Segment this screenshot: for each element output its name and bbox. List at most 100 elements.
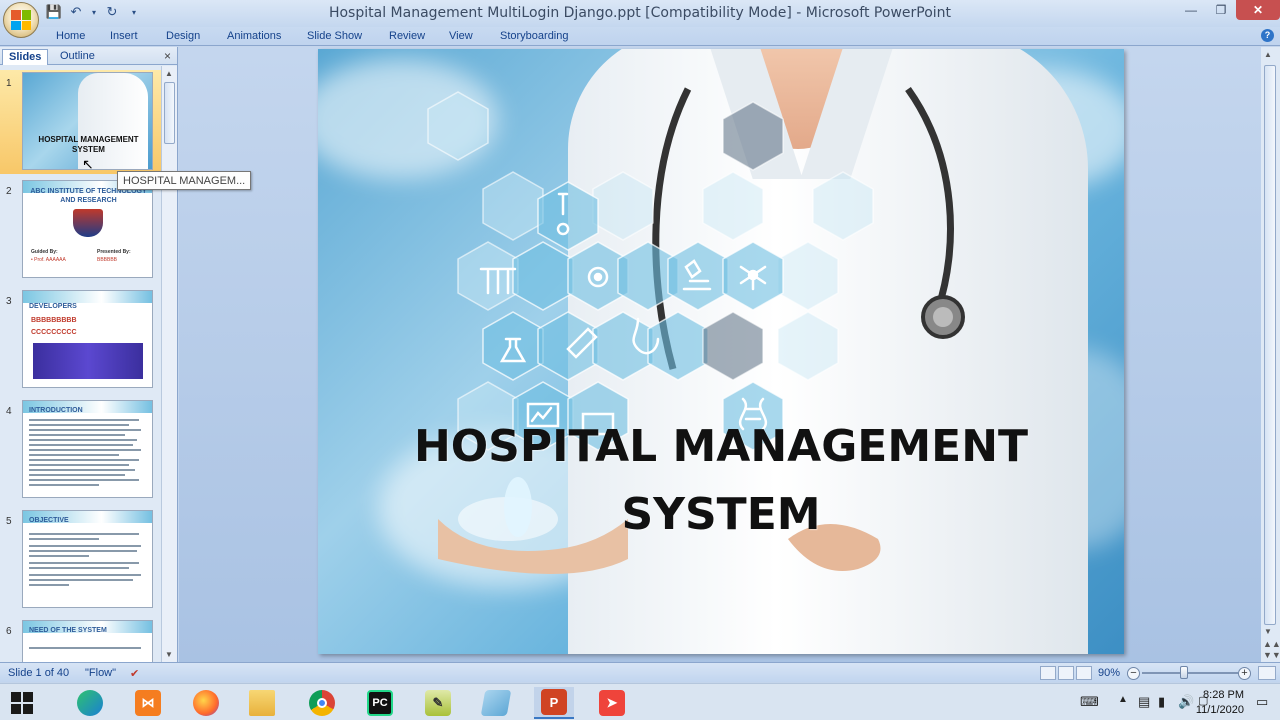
slide-editing-area: HOSPITAL MANAGEMENT SYSTEM bbox=[179, 47, 1261, 662]
developer-item: BBBBBBBBB bbox=[31, 317, 77, 324]
title-bar: 💾 ↶ ▾ ↻ ▾ Hospital Management MultiLogin… bbox=[0, 0, 1280, 38]
current-slide[interactable]: HOSPITAL MANAGEMENT SYSTEM bbox=[318, 49, 1124, 654]
tab-animations[interactable]: Animations bbox=[227, 30, 281, 42]
volume-icon[interactable]: 🔊 bbox=[1178, 694, 1194, 710]
guided-label: Guided By: bbox=[31, 249, 58, 255]
slide-thumbnail-4[interactable]: 4 INTRODUCTION bbox=[0, 398, 162, 502]
slide-number: 1 bbox=[6, 78, 12, 89]
slide-number: 3 bbox=[6, 296, 12, 307]
scroll-thumb[interactable] bbox=[1264, 65, 1276, 625]
slide-title-line-1[interactable]: HOSPITAL MANAGEMENT bbox=[318, 421, 1124, 472]
help-icon[interactable]: ? bbox=[1261, 29, 1274, 42]
thumbnail-title: OBJECTIVE bbox=[29, 517, 69, 524]
thumbnail-list: 1 HOSPITAL MANAGEMENT SYSTEM 2 ABC INSTI… bbox=[0, 66, 162, 662]
scroll-thumb[interactable] bbox=[164, 82, 175, 144]
office-button[interactable] bbox=[3, 2, 39, 38]
tab-insert[interactable]: Insert bbox=[110, 30, 138, 42]
zoom-level[interactable]: 90% bbox=[1098, 667, 1120, 679]
slide-thumbnail-5[interactable]: 5 OBJECTIVE bbox=[0, 508, 162, 612]
thumbnail-title: NEED OF THE SYSTEM bbox=[29, 627, 107, 634]
powerpoint-taskbar-icon[interactable]: P bbox=[534, 687, 574, 719]
scroll-up-icon[interactable]: ▲ bbox=[1264, 50, 1272, 59]
file-explorer-icon[interactable] bbox=[242, 687, 282, 719]
clock-date: 11/1/2020 bbox=[1195, 704, 1244, 716]
slides-pane: Slides Outline × 1 HOSPITAL MANAGEMENT S… bbox=[0, 47, 178, 662]
keyboard-icon[interactable]: ⌨ bbox=[1080, 694, 1099, 710]
restore-icon[interactable]: ❐ bbox=[1206, 0, 1236, 20]
status-bar: Slide 1 of 40 "Flow" ✔ 90% − + bbox=[0, 662, 1280, 682]
notepad-plus-icon[interactable]: ✎ bbox=[418, 687, 458, 719]
main-scrollbar[interactable]: ▲ ▼ ▲▲ ▼▼ bbox=[1261, 47, 1280, 662]
show-hidden-icons-icon[interactable]: ▲ bbox=[1118, 694, 1128, 705]
scroll-down-icon[interactable]: ▼ bbox=[165, 650, 173, 659]
slide-thumbnail-1[interactable]: 1 HOSPITAL MANAGEMENT SYSTEM bbox=[0, 70, 162, 174]
chrome-icon[interactable] bbox=[302, 687, 342, 719]
tab-home[interactable]: Home bbox=[56, 30, 85, 42]
tab-view[interactable]: View bbox=[449, 30, 473, 42]
pycharm-icon[interactable]: PC bbox=[360, 687, 400, 719]
ribbon-tabs: Home Insert Design Animations Slide Show… bbox=[0, 27, 1280, 46]
close-icon[interactable]: ✕ bbox=[1236, 0, 1280, 20]
theme-name: "Flow" bbox=[85, 667, 117, 679]
zoom-in-icon[interactable]: + bbox=[1238, 667, 1251, 680]
slide-thumbnail-2[interactable]: 2 ABC INSTITUTE OF TECHNOLOGY AND RESEAR… bbox=[0, 178, 162, 282]
network-icon[interactable]: ▤ bbox=[1138, 694, 1150, 710]
scroll-up-icon[interactable]: ▲ bbox=[165, 69, 173, 78]
anydesk-icon[interactable]: ➤ bbox=[592, 687, 632, 719]
normal-view-icon[interactable] bbox=[1040, 666, 1056, 680]
windows-taskbar: ⋈ PC ✎ P ➤ ⌨ ▲ ▤ ▮ 🔊 ▢ 8:28 PM 11/1/2020… bbox=[0, 683, 1280, 720]
next-slide-icon[interactable]: ▼▼ bbox=[1263, 650, 1280, 660]
system-clock[interactable]: 8:28 PM 11/1/2020 bbox=[1196, 688, 1244, 718]
laptop-image bbox=[33, 343, 143, 379]
slide-sorter-view-icon[interactable] bbox=[1058, 666, 1074, 680]
thumbnail-preview: OBJECTIVE bbox=[22, 510, 153, 608]
slide-thumbnail-3[interactable]: 3 DEVELOPERS BBBBBBBBB CCCCCCCCC bbox=[0, 288, 162, 392]
firefox-icon[interactable] bbox=[186, 687, 226, 719]
slide-indicator: Slide 1 of 40 bbox=[8, 667, 70, 679]
previous-slide-icon[interactable]: ▲▲ bbox=[1263, 639, 1280, 649]
tab-outline[interactable]: Outline bbox=[54, 49, 101, 65]
tab-slide-show[interactable]: Slide Show bbox=[307, 30, 362, 42]
thumbnail-preview: ABC INSTITUTE OF TECHNOLOGY AND RESEARCH… bbox=[22, 180, 153, 278]
xampp-icon[interactable]: ⋈ bbox=[128, 687, 168, 719]
notifications-icon[interactable]: ▭ bbox=[1256, 694, 1268, 710]
thumbnail-tooltip: HOSPITAL MANAGEM... bbox=[117, 171, 252, 190]
slide-thumbnail-6[interactable]: 6 NEED OF THE SYSTEM bbox=[0, 618, 162, 662]
slide-number: 5 bbox=[6, 516, 12, 527]
slide-number: 4 bbox=[6, 406, 12, 417]
slide-title-line-2[interactable]: SYSTEM bbox=[318, 489, 1124, 540]
scroll-down-icon[interactable]: ▼ bbox=[1264, 627, 1272, 636]
thumbnail-preview: INTRODUCTION bbox=[22, 400, 153, 498]
tab-review[interactable]: Review bbox=[389, 30, 425, 42]
thumbnail-preview: DEVELOPERS BBBBBBBBB CCCCCCCCC bbox=[22, 290, 153, 388]
zoom-slider[interactable] bbox=[1142, 672, 1238, 674]
thumbnail-title: INTRODUCTION bbox=[29, 407, 83, 414]
medical-hexagon-graphic bbox=[427, 86, 965, 574]
zoom-slider-handle[interactable] bbox=[1180, 666, 1188, 679]
thumbnail-preview: NEED OF THE SYSTEM bbox=[22, 620, 153, 662]
close-pane-icon[interactable]: × bbox=[164, 49, 171, 63]
start-windows-icon[interactable] bbox=[2, 687, 42, 719]
tab-storyboarding[interactable]: Storyboarding bbox=[500, 30, 569, 42]
presented-value: BBBBBB bbox=[97, 257, 118, 263]
spell-check-icon[interactable]: ✔ bbox=[130, 667, 139, 680]
mouse-cursor-icon: ↖ bbox=[82, 156, 94, 172]
slide-show-view-icon[interactable] bbox=[1076, 666, 1092, 680]
app-icon[interactable] bbox=[476, 687, 516, 719]
pane-scrollbar[interactable]: ▲ ▼ bbox=[161, 66, 177, 662]
developer-item: CCCCCCCCC bbox=[31, 329, 77, 336]
presented-label: Presented By: bbox=[97, 249, 131, 255]
thumbnail-title: DEVELOPERS bbox=[29, 303, 77, 310]
office-logo-icon bbox=[11, 10, 31, 30]
thumbnail-title: HOSPITAL MANAGEMENT SYSTEM bbox=[38, 135, 139, 154]
minimize-icon[interactable]: — bbox=[1176, 0, 1206, 20]
fit-to-window-icon[interactable] bbox=[1258, 666, 1276, 680]
tab-slides[interactable]: Slides bbox=[2, 49, 49, 65]
battery-icon[interactable]: ▮ bbox=[1158, 694, 1165, 710]
edge-browser-icon[interactable] bbox=[70, 687, 110, 719]
window-title: Hospital Management MultiLogin Django.pp… bbox=[328, 5, 952, 21]
zoom-out-icon[interactable]: − bbox=[1127, 667, 1140, 680]
tab-design[interactable]: Design bbox=[166, 30, 200, 42]
slide-number: 2 bbox=[6, 186, 12, 197]
college-logo-icon bbox=[73, 209, 103, 237]
